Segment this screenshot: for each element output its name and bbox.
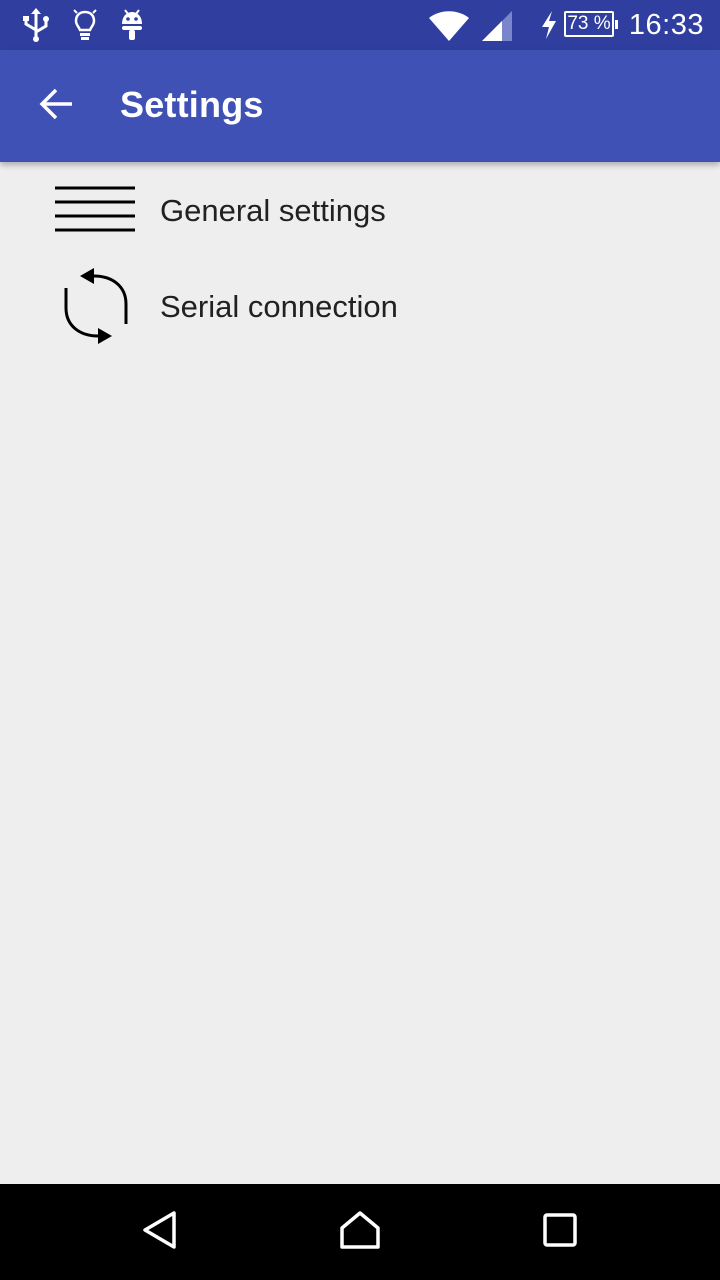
battery-percent: 73 % (567, 13, 611, 34)
list-item-label: Serial connection (160, 289, 398, 324)
list-item-serial-connection[interactable]: Serial connection (0, 258, 720, 354)
status-time: 16:33 (628, 9, 704, 41)
nav-recents-button[interactable] (530, 1202, 590, 1262)
battery-icon: 73 % (564, 11, 618, 37)
back-button[interactable] (22, 72, 90, 140)
nav-bar (0, 1184, 720, 1280)
usb-icon (22, 8, 50, 47)
wifi-icon (428, 10, 470, 47)
page-title: Settings (120, 84, 264, 125)
settings-list: General settings Serial connection (0, 162, 720, 354)
lightbulb-icon (72, 8, 98, 47)
home-icon (339, 1210, 381, 1255)
sync-icon (58, 264, 134, 353)
status-bar: 73 % 16:33 (0, 0, 720, 50)
charging-icon (540, 11, 558, 44)
recents-icon (542, 1212, 578, 1253)
menu-lines-icon (54, 186, 136, 239)
cell-signal-icon (480, 10, 514, 47)
list-item-label: General settings (160, 193, 386, 228)
nav-home-button[interactable] (330, 1202, 390, 1262)
list-item-general-settings[interactable]: General settings (0, 162, 720, 258)
app-bar: Settings (0, 50, 720, 162)
arrow-back-icon (38, 88, 74, 125)
back-triangle-icon (140, 1210, 180, 1255)
nav-back-button[interactable] (130, 1202, 190, 1262)
android-icon (118, 8, 146, 47)
